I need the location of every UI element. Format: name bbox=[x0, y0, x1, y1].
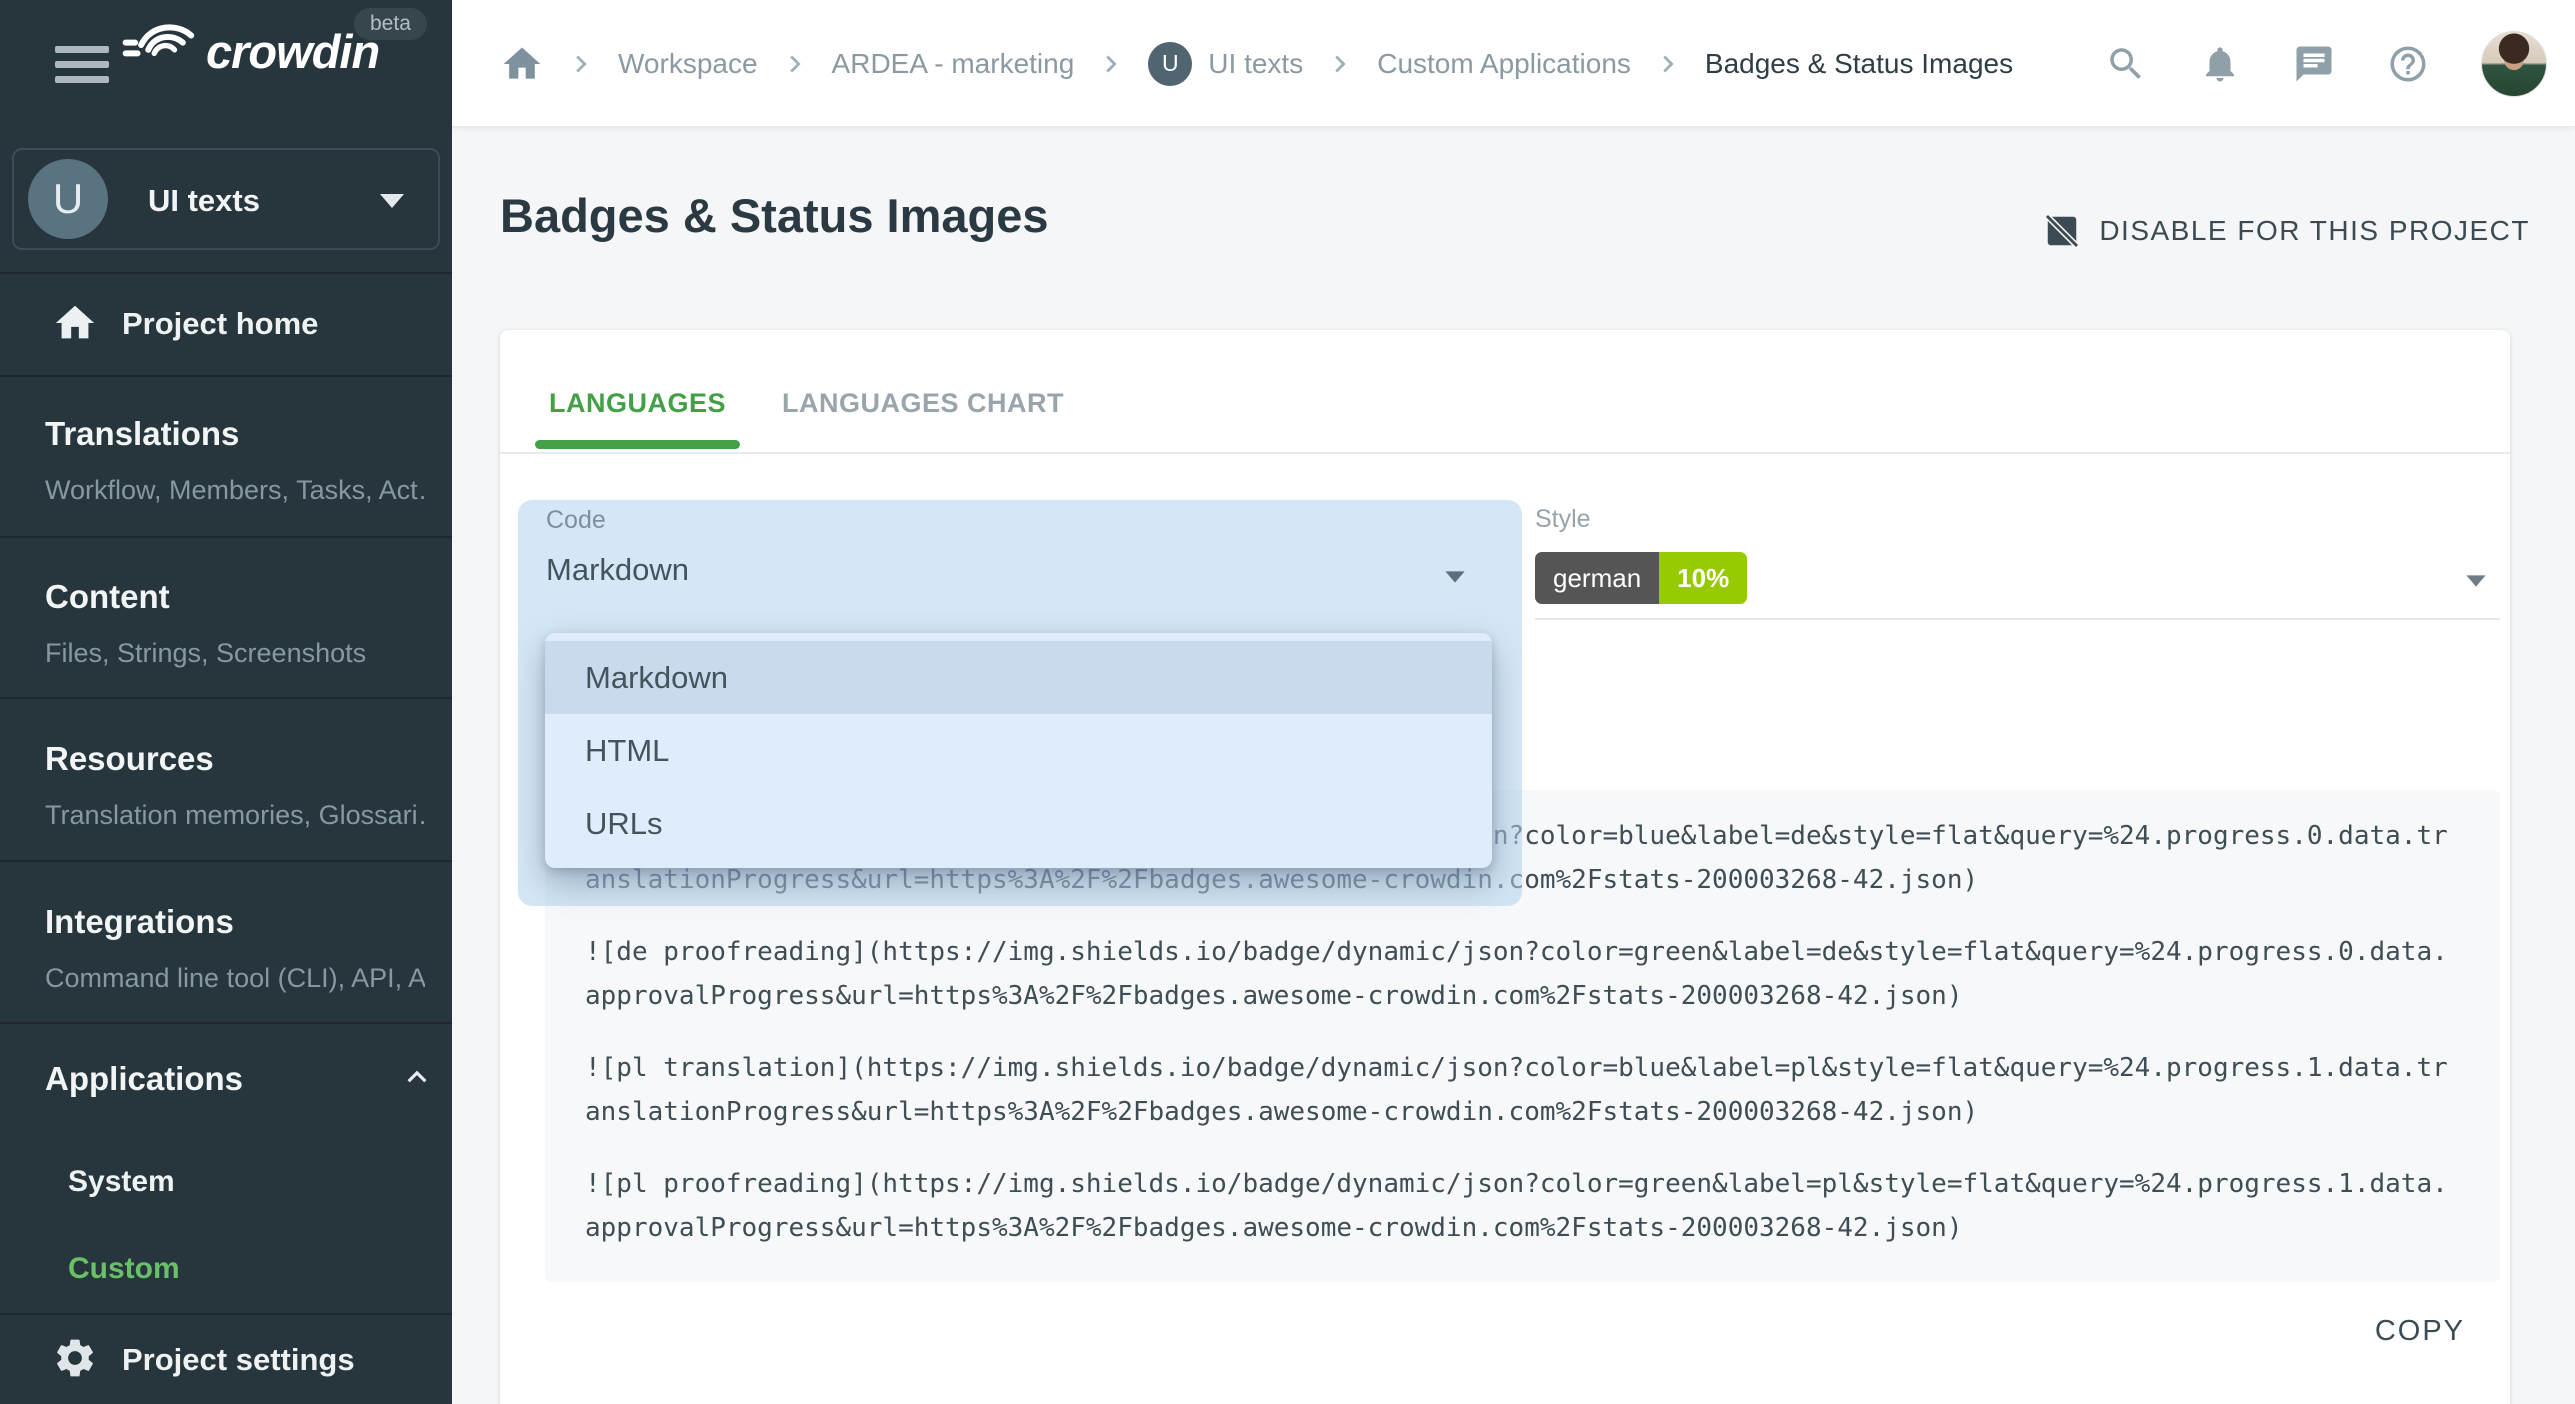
badge-label-segment: german bbox=[1535, 552, 1659, 604]
style-select[interactable]: german 10% bbox=[1535, 548, 2500, 618]
image-disabled-icon bbox=[2043, 212, 2081, 250]
chevron-down-icon bbox=[2466, 575, 2485, 586]
dropdown-option-markdown[interactable]: Markdown bbox=[545, 641, 1492, 714]
divider bbox=[0, 860, 452, 862]
chevron-right-icon bbox=[1094, 47, 1128, 81]
crowdin-app-screen: crowdin beta U UI texts Project home Tra… bbox=[0, 0, 2575, 1404]
breadcrumb-project-avatar: U bbox=[1148, 42, 1192, 86]
project-switcher[interactable]: U UI texts bbox=[12, 148, 440, 250]
sidebar-item-translations[interactable]: Translations Workflow, Members, Tasks, A… bbox=[45, 415, 425, 506]
section-title: Integrations bbox=[45, 903, 425, 941]
help-icon[interactable] bbox=[2387, 43, 2429, 85]
divider bbox=[0, 375, 452, 377]
sidebar-item-resources[interactable]: Resources Translation memories, Glossari… bbox=[45, 740, 425, 831]
sidebar-item-system[interactable]: System bbox=[68, 1165, 175, 1199]
sidebar-item-project-home[interactable]: Project home bbox=[0, 274, 452, 374]
tab-languages-chart[interactable]: LANGUAGES CHART bbox=[768, 368, 1078, 449]
sidebar-item-integrations[interactable]: Integrations Command line tool (CLI), AP… bbox=[45, 903, 425, 994]
divider bbox=[0, 536, 452, 538]
dropdown-option-urls[interactable]: URLs bbox=[545, 787, 1492, 860]
sidebar: crowdin beta U UI texts Project home Tra… bbox=[0, 0, 452, 1404]
code-select[interactable]: Markdown bbox=[546, 552, 689, 588]
section-subtitle: Translation memories, Glossari… bbox=[45, 800, 425, 831]
chevron-right-icon bbox=[564, 47, 598, 81]
code-snippet: ![pl translation](https://img.shields.io… bbox=[585, 1046, 2460, 1134]
page-title: Badges & Status Images bbox=[500, 188, 1049, 243]
breadcrumb-item-workspace[interactable]: Workspace bbox=[618, 48, 758, 80]
chevron-right-icon bbox=[1651, 47, 1685, 81]
disable-button-label: DISABLE FOR THIS PROJECT bbox=[2099, 215, 2530, 247]
divider bbox=[500, 452, 2510, 454]
sidebar-item-custom[interactable]: Custom bbox=[68, 1252, 180, 1286]
home-icon bbox=[52, 300, 98, 346]
chevron-down-icon bbox=[1445, 571, 1464, 582]
chevron-right-icon bbox=[1323, 47, 1357, 81]
home-icon[interactable] bbox=[500, 42, 544, 86]
copy-button[interactable]: COPY bbox=[2375, 1315, 2465, 1348]
style-badge-preview: german 10% bbox=[1535, 552, 1747, 604]
gear-icon bbox=[52, 1335, 98, 1381]
badge-value-segment: 10% bbox=[1659, 552, 1747, 604]
section-title: Content bbox=[45, 578, 425, 616]
divider bbox=[0, 697, 452, 699]
project-name: UI texts bbox=[148, 183, 260, 219]
chevron-down-icon bbox=[380, 194, 404, 208]
chevron-right-icon bbox=[778, 47, 812, 81]
sidebar-item-label: Project settings bbox=[122, 1342, 355, 1378]
topbar-actions bbox=[2105, 0, 2547, 127]
chevron-up-icon[interactable] bbox=[398, 1058, 436, 1096]
breadcrumb-item-current: Badges & Status Images bbox=[1705, 48, 2013, 80]
section-title: Resources bbox=[45, 740, 425, 778]
beta-badge: beta bbox=[354, 8, 427, 40]
bell-icon[interactable] bbox=[2199, 43, 2241, 85]
brand-wordmark: crowdin bbox=[206, 24, 379, 79]
breadcrumb-item-project[interactable]: UI texts bbox=[1208, 48, 1303, 80]
topbar: Workspace ARDEA - marketing U UI texts C… bbox=[452, 0, 2575, 127]
breadcrumb-item-custom-applications[interactable]: Custom Applications bbox=[1377, 48, 1631, 80]
tabs: LANGUAGES LANGUAGES CHART bbox=[535, 368, 1078, 449]
code-snippet: ![pl proofreading](https://img.shields.i… bbox=[585, 1162, 2460, 1250]
divider bbox=[1535, 618, 2500, 620]
user-avatar[interactable] bbox=[2481, 31, 2547, 97]
section-subtitle: Command line tool (CLI), API, A… bbox=[45, 963, 425, 994]
sidebar-item-project-settings[interactable]: Project settings bbox=[0, 1315, 452, 1404]
chat-icon[interactable] bbox=[2293, 43, 2335, 85]
code-snippet: ![de proofreading](https://img.shields.i… bbox=[585, 930, 2460, 1018]
search-icon[interactable] bbox=[2105, 43, 2147, 85]
style-field-label: Style bbox=[1535, 505, 1591, 534]
crowdin-logo[interactable]: crowdin bbox=[116, 20, 379, 82]
divider bbox=[0, 1022, 452, 1024]
breadcrumb-item-organization[interactable]: ARDEA - marketing bbox=[832, 48, 1075, 80]
section-subtitle: Workflow, Members, Tasks, Act… bbox=[45, 475, 425, 506]
code-field-label: Code bbox=[546, 506, 606, 535]
sidebar-item-content[interactable]: Content Files, Strings, Screenshots bbox=[45, 578, 425, 669]
disable-for-project-button[interactable]: DISABLE FOR THIS PROJECT bbox=[2043, 212, 2530, 250]
project-avatar: U bbox=[28, 159, 108, 239]
dropdown-option-html[interactable]: HTML bbox=[545, 714, 1492, 787]
code-dropdown-menu: Markdown HTML URLs bbox=[545, 633, 1492, 868]
breadcrumb: Workspace ARDEA - marketing U UI texts C… bbox=[500, 0, 2013, 127]
hamburger-menu-icon[interactable] bbox=[55, 46, 109, 84]
crowdin-logo-icon bbox=[116, 20, 202, 82]
section-subtitle: Files, Strings, Screenshots bbox=[45, 638, 425, 669]
sidebar-item-label: Project home bbox=[122, 306, 318, 342]
section-title: Translations bbox=[45, 415, 425, 453]
tab-languages[interactable]: LANGUAGES bbox=[535, 368, 740, 449]
sidebar-item-applications[interactable]: Applications bbox=[45, 1060, 243, 1098]
